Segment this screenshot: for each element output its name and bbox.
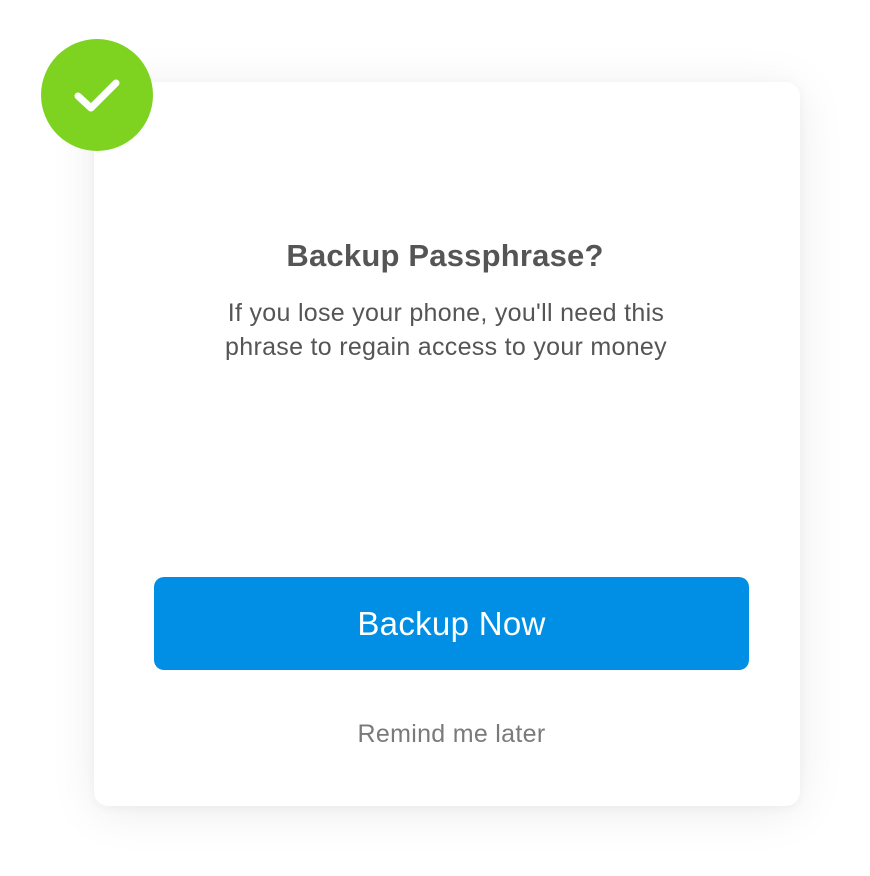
dialog-title: Backup Passphrase? [286, 238, 604, 273]
checkmark-icon [74, 79, 120, 112]
success-badge [41, 39, 153, 151]
backup-now-button[interactable]: Backup Now [154, 577, 749, 670]
remind-me-later-link[interactable]: Remind me later [154, 714, 749, 754]
backup-dialog-screen: Backup Passphrase? If you lose your phon… [0, 0, 870, 876]
backup-dialog-card [94, 82, 800, 806]
dialog-description: If you lose your phone, you'll need this… [225, 299, 667, 361]
